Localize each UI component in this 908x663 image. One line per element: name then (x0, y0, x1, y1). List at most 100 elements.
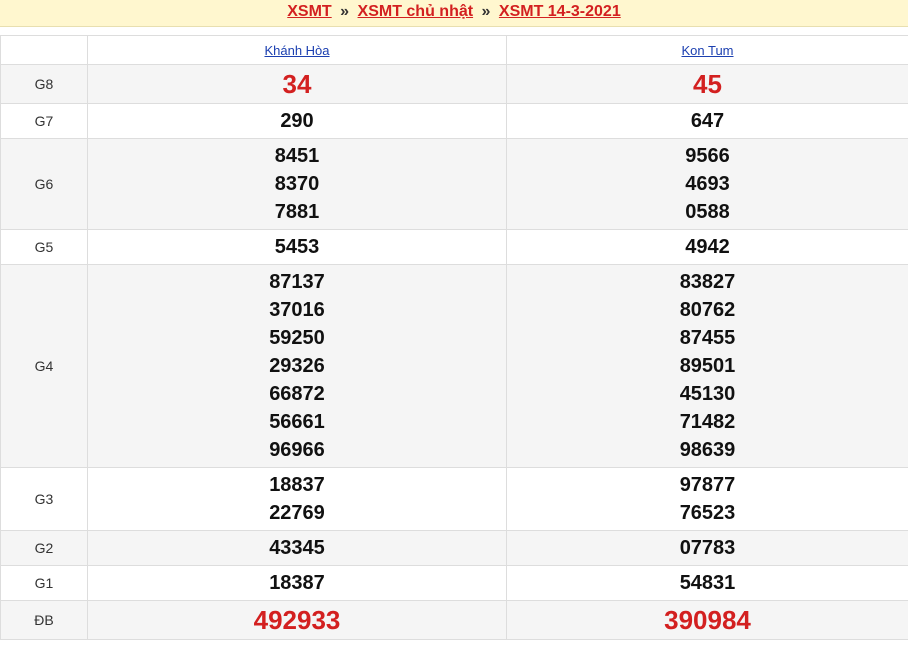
result-number-list: 9566 4693 0588 (507, 139, 908, 229)
table-row: G5 5453 4942 (0, 229, 908, 265)
province-link-kon-tum[interactable]: Kon Tum (681, 43, 733, 58)
result-number-list: 97877 76523 (507, 468, 908, 530)
result-number: 492933 (253, 605, 341, 635)
header-province-khanh-hoa: Khánh Hòa (87, 35, 507, 65)
result-number: 34 (282, 69, 312, 99)
result-number-list: 4942 (507, 230, 908, 264)
result-cell: 5453 (87, 229, 507, 265)
result-number: 37016 (269, 299, 325, 321)
header-province-kon-tum: Kon Tum (506, 35, 908, 65)
result-number: 80762 (679, 299, 736, 321)
result-cell: 43345 (87, 530, 507, 566)
result-cell: 4942 (506, 229, 908, 265)
result-number: 76523 (679, 502, 736, 524)
result-number: 43345 (269, 537, 325, 559)
result-number: 71482 (679, 411, 736, 433)
breadcrumb-link-xsmt-date[interactable]: XSMT 14-3-2021 (499, 3, 621, 20)
result-number: 9566 (685, 145, 730, 167)
result-number: 07783 (679, 537, 736, 559)
result-cell: 290 (87, 103, 507, 139)
result-number: 87455 (679, 327, 736, 349)
result-cell: 45 (506, 64, 908, 104)
result-cell: 492933 (87, 600, 507, 640)
table-row: G2 43345 07783 (0, 530, 908, 566)
result-number: 647 (690, 110, 725, 132)
result-cell: 97877 76523 (506, 467, 908, 531)
result-number: 22769 (269, 502, 325, 524)
result-cell: 18387 (87, 565, 507, 601)
result-number: 56661 (269, 411, 325, 433)
result-number-list: 83827 80762 87455 89501 45130 71482 98639 (507, 265, 908, 467)
result-cell: 54831 (506, 565, 908, 601)
table-row: G6 8451 8370 7881 9566 4693 0588 (0, 138, 908, 230)
table-header-row: Khánh Hòa Kon Tum (0, 35, 908, 65)
result-number-list: 647 (507, 104, 908, 138)
prize-label: G5 (0, 229, 88, 265)
result-cell: 647 (506, 103, 908, 139)
result-number: 97877 (679, 474, 736, 496)
breadcrumb-separator: » (340, 3, 350, 20)
result-number: 83827 (679, 271, 736, 293)
result-number: 18387 (269, 572, 325, 594)
result-number-list: 390984 (507, 601, 908, 639)
breadcrumb-link-xsmt[interactable]: XSMT (287, 3, 331, 20)
result-number: 45 (693, 69, 722, 99)
result-number-list: 87137 37016 59250 29326 66872 56661 96966 (88, 265, 506, 467)
prize-label: G2 (0, 530, 88, 566)
table-row: G3 18837 22769 97877 76523 (0, 467, 908, 531)
breadcrumb-separator: » (481, 3, 491, 20)
result-cell: 83827 80762 87455 89501 45130 71482 98639 (506, 264, 908, 468)
breadcrumb: XSMT » XSMT chủ nhật » XSMT 14-3-2021 (0, 0, 908, 27)
result-number-list: 07783 (507, 531, 908, 565)
result-number: 59250 (269, 327, 325, 349)
prize-label: G8 (0, 64, 88, 104)
result-number: 5453 (274, 236, 320, 258)
result-number: 4693 (685, 173, 730, 195)
table-row: G1 18387 54831 (0, 565, 908, 601)
result-cell: 8451 8370 7881 (87, 138, 507, 230)
result-cell: 34 (87, 64, 507, 104)
result-number: 45130 (679, 383, 736, 405)
table-row: G7 290 647 (0, 103, 908, 139)
result-number: 390984 (664, 605, 751, 635)
province-link-khanh-hoa[interactable]: Khánh Hòa (264, 43, 329, 58)
result-number: 290 (280, 110, 314, 132)
result-number: 0588 (685, 201, 730, 223)
result-number: 29326 (269, 355, 325, 377)
table-row: ĐB 492933 390984 (0, 600, 908, 640)
result-number: 66872 (269, 383, 325, 405)
result-number: 8370 (274, 173, 320, 195)
table-row: G4 87137 37016 59250 29326 66872 56661 96966 838… (0, 264, 908, 468)
result-cell: 07783 (506, 530, 908, 566)
result-number-list: 34 (88, 65, 506, 103)
result-number-list: 45 (507, 65, 908, 103)
breadcrumb-link-xsmt-sunday[interactable]: XSMT chủ nhật (358, 3, 474, 20)
result-cell: 9566 4693 0588 (506, 138, 908, 230)
prize-label: G6 (0, 138, 88, 230)
result-number: 89501 (679, 355, 736, 377)
result-number-list: 5453 (88, 230, 506, 264)
result-cell: 87137 37016 59250 29326 66872 56661 96966 (87, 264, 507, 468)
prize-label: G4 (0, 264, 88, 468)
results-table: Khánh Hòa Kon Tum G8 34 45 G7 290 647 G6 8451 83… (0, 35, 908, 640)
result-number: 7881 (274, 201, 320, 223)
results-body: G8 34 45 G7 290 647 G6 8451 8370 7881 9566 4693 0588… (0, 64, 908, 640)
result-number-list: 54831 (507, 566, 908, 600)
result-number-list: 492933 (88, 601, 506, 639)
table-row: G8 34 45 (0, 64, 908, 104)
result-number-list: 290 (88, 104, 506, 138)
result-number-list: 43345 (88, 531, 506, 565)
result-number: 18837 (269, 474, 325, 496)
result-number-list: 18837 22769 (88, 468, 506, 530)
prize-label: G1 (0, 565, 88, 601)
result-number: 4942 (685, 236, 730, 258)
result-number: 98639 (679, 439, 736, 461)
result-number: 8451 (274, 145, 320, 167)
result-number: 96966 (269, 439, 325, 461)
result-number: 87137 (269, 271, 325, 293)
prize-label: ĐB (0, 600, 88, 640)
header-empty-cell (0, 35, 88, 65)
result-number-list: 8451 8370 7881 (88, 139, 506, 229)
result-cell: 390984 (506, 600, 908, 640)
